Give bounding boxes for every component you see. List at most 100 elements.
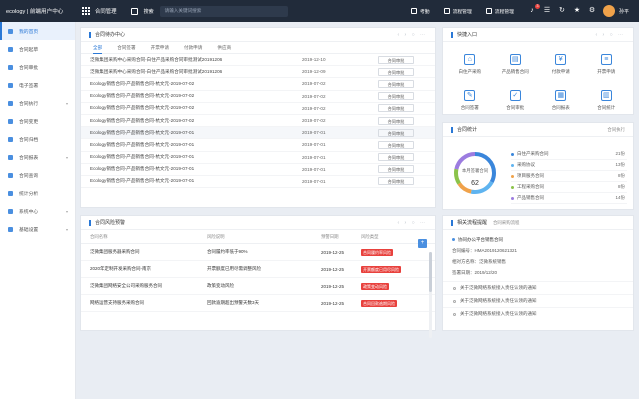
notice-item[interactable]: 关于泛微网络系统接入责任认领的通知 [443,307,633,320]
sidebar-item[interactable]: 电子签署 [0,76,75,94]
contacts-icon[interactable]: ☰ [543,7,551,15]
sidebar-item[interactable]: 合同查询 [0,166,75,184]
list-item[interactable]: Ecology销售合同-产品销售合同-杭文元-2019-07-01 2019-07… [81,152,435,164]
avatar[interactable] [602,5,615,17]
module-title[interactable]: 合同管理 [95,7,117,15]
scrollbar[interactable] [429,252,432,338]
sidebar-item[interactable]: 合同变更 [0,112,75,130]
star-icon[interactable]: ★ [573,7,581,15]
item-date: 2019-07-01 [302,154,326,160]
quick-entry-item[interactable]: ▦ 合同报表 [538,84,584,116]
tab[interactable]: 合同签署 [117,42,135,54]
contract-name[interactable]: 泛微集团服务器采购合同 [90,249,207,255]
list-item[interactable]: 泛微集团采购中心采购合同-白住产品采购合同审批测试20191206 2019-12… [81,54,435,67]
sidebar-item[interactable]: 合同归档 [0,130,75,148]
approve-button[interactable]: 合同审批 [378,67,414,76]
search-input[interactable]: 请输入关键词搜索 [159,5,288,17]
refresh-icon[interactable]: ↻ [558,7,566,15]
attendance-button[interactable]: 考勤 [410,8,430,15]
sidebar-item[interactable]: 合同执行 ▾ [0,94,75,112]
tab[interactable]: 付款申请 [184,42,202,54]
list-item[interactable]: Ecology销售合同-产品销售合同-杭文元-2019-07-02 2019-07… [81,103,435,115]
risk-badge[interactable]: 开票额度已用尽风险 [361,265,401,273]
add-button[interactable]: + [418,239,427,248]
tab[interactable]: 开票申请 [151,42,169,54]
app-grid-icon[interactable] [82,6,91,16]
list-item[interactable]: Ecology销售合同-产品销售合同-杭文元-2019-07-01 2019-07… [81,176,435,189]
risk-badge[interactable]: 政策变动风险 [361,282,389,290]
approve-button[interactable]: 合同审批 [378,104,414,113]
list-item[interactable]: Ecology销售合同-产品销售合同-杭文元-2019-07-02 2019-07… [81,78,435,91]
table-row[interactable]: 泛微集团服务器采购合同 合同履约率低于90% 2019-12-25 合同履约率风险 [81,244,435,261]
sidebar-item[interactable]: 合同报表 ▾ [0,148,75,166]
item-title[interactable]: 泛微集团采购中心采购合同-白住产品采购合同审批测试20191206 [90,57,302,63]
item-title[interactable]: Ecology销售合同-产品销售合同-杭文元-2019-07-02 [90,105,302,111]
workflow-button[interactable]: 流程管理 [443,8,472,15]
risk-badge[interactable]: 合同履约率风险 [361,248,393,256]
sidebar-item[interactable]: 基础设置 ▾ [0,220,75,238]
approve-button[interactable]: 合同审批 [378,116,414,125]
item-title[interactable]: Ecology销售合同-产品销售合同-杭文元-2019-07-01 [90,178,302,184]
approve-button[interactable]: 合同审批 [378,128,414,137]
approve-button[interactable]: 合同审批 [378,92,414,101]
notice-item[interactable]: 关于泛微网络系统接入责任认领的通知 [443,281,633,294]
notice-text: 关于泛微网络系统接入责任认领的通知 [460,311,537,316]
approve-button[interactable]: 合同审批 [378,140,414,149]
quick-entry-item[interactable]: ▤ 产品销售合同 [493,48,539,80]
settings-icon[interactable]: ⚙ [588,7,596,15]
workflow-button-2[interactable]: 流程管理 [485,8,514,15]
quick-entry-item[interactable]: ✎ 合同签署 [447,84,493,116]
item-title[interactable]: Ecology销售合同-产品销售合同-杭文元-2019-07-02 [90,81,302,87]
approve-button[interactable]: 合同审批 [378,165,414,174]
tab[interactable]: 全部 [93,42,103,54]
stat-value: 8份 [617,184,625,189]
panel-controls-icon[interactable]: ‹ › ○ ⋯ [397,220,427,226]
quick-entry-item[interactable]: ⌂ 白住产采购 [447,48,493,80]
item-title[interactable]: Ecology销售合同-产品销售合同-杭文元-2019-07-01 [90,130,302,136]
list-item[interactable]: Ecology销售合同-产品销售合同-杭文元-2019-07-02 2019-07… [81,115,435,128]
approve-button[interactable]: 合同审批 [378,177,414,186]
risk-badge[interactable]: 合同回款逾期风险 [361,299,397,307]
approve-button[interactable]: 合同审批 [378,79,414,88]
table-row[interactable]: 泛微集团网络安全公司采购服务合同 政策变动风险 2019-12-25 政策变动风险 [81,278,435,295]
table-row[interactable]: 网络运营支持服务采购合同 回款逾期超出预警天数3天 2019-12-25 合同回款逾期… [81,295,435,312]
more-link[interactable]: 合同执行 [607,127,625,133]
contract-name[interactable]: 协同办公平台销售合同 [452,234,625,245]
sidebar-item[interactable]: 合同起草 [0,40,75,58]
approve-button[interactable]: 合同审批 [378,55,414,64]
scrollbar-thumb[interactable] [429,252,432,292]
approve-button[interactable]: 合同审批 [378,153,414,162]
panel-controls-icon[interactable]: ‹ › ○ ⋯ [595,32,625,38]
contract-name[interactable]: 网络运营支持服务采购合同 [90,300,207,306]
sidebar-item[interactable]: 合同审批 [0,58,75,76]
contract-name[interactable]: 2020年定制开发采购合同-南京 [90,266,207,272]
list-item[interactable]: 泛微集团采购中心采购合同-白住产品采购合同审批测试20191206 2019-12… [81,66,435,79]
list-item[interactable]: Ecology销售合同-产品销售合同-杭文元-2019-07-01 2019-07… [81,127,435,140]
list-item[interactable]: Ecology销售合同-产品销售合同-杭文元-2019-07-01 2019-07… [81,139,435,152]
brand-logo[interactable]: ecology | 前端用户中心 [0,7,80,15]
contract-name[interactable]: 泛微集团网络安全公司采购服务合同 [90,283,207,289]
sidebar-item[interactable]: 我的首页 [0,22,75,40]
item-title[interactable]: Ecology销售合同-产品销售合同-杭文元-2019-07-02 [90,118,302,124]
quick-entry-item[interactable]: ¥ 付款申请 [538,48,584,80]
user-name[interactable]: 孙平 [619,8,629,15]
item-title[interactable]: Ecology销售合同-产品销售合同-杭文元-2019-07-02 [90,93,302,99]
panel-controls-icon[interactable]: ‹ › ○ ⋯ [397,32,427,38]
tab[interactable]: 供应商 [217,42,231,54]
item-title[interactable]: 泛微集团采购中心采购合同-白住产品采购合同审批测试20191206 [90,69,302,75]
notice-item[interactable]: 关于泛微网络系统接入责任认领的通知 [443,294,633,307]
item-title[interactable]: Ecology销售合同-产品销售合同-杭文元-2019-07-01 [90,166,302,172]
quick-entry-item[interactable]: ▥ 合同统计 [584,84,630,116]
item-title[interactable]: Ecology销售合同-产品销售合同-杭文元-2019-07-01 [90,142,302,148]
item-title[interactable]: Ecology销售合同-产品销售合同-杭文元-2019-07-01 [90,154,302,160]
bell-icon[interactable]: ♪ 3 [528,4,540,15]
sidebar-item[interactable]: 系统中心 ▾ [0,202,75,220]
panel-subtitle[interactable]: 合同采购流程 [493,220,519,226]
quick-entry-item[interactable]: ≡ 开票申请 [584,48,630,80]
table-row[interactable]: 2020年定制开发采购合同-南京 开票额度已用尽需调整风险 2019-12-25 开票… [81,261,435,278]
list-item[interactable]: Ecology销售合同-产品销售合同-杭文元-2019-07-01 2019-07… [81,164,435,176]
search-scope-select[interactable]: 搜索 [144,8,154,15]
sidebar-item[interactable]: 统计分析 [0,184,75,202]
quick-entry-item[interactable]: ✓ 合同审批 [493,84,539,116]
list-item[interactable]: Ecology销售合同-产品销售合同-杭文元-2019-07-02 2019-07… [81,91,435,103]
